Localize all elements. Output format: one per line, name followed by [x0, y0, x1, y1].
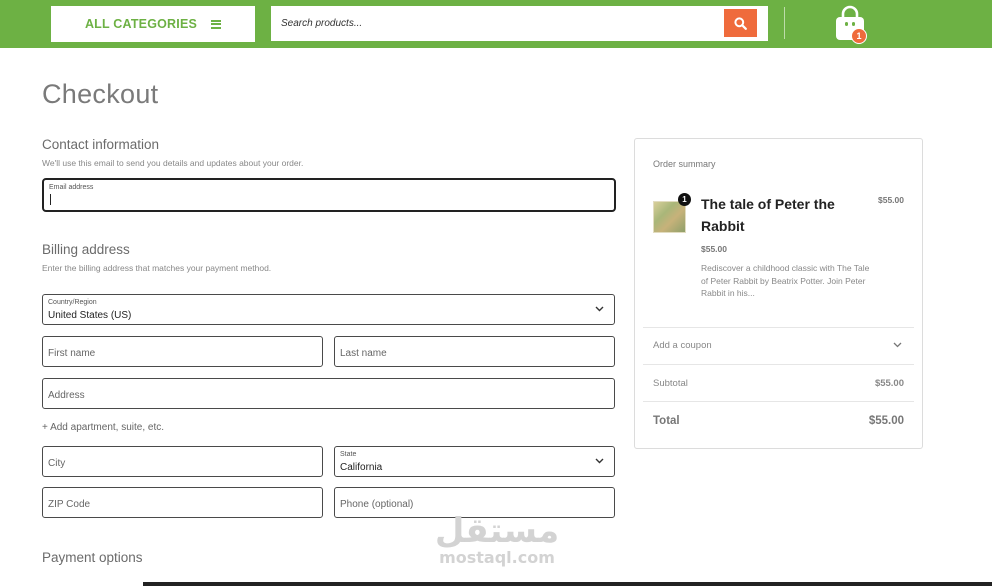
- order-summary-title: Order summary: [653, 159, 716, 169]
- hamburger-icon: [211, 19, 222, 29]
- summary-divider: [643, 327, 914, 328]
- watermark: مستقل mostaql.com: [432, 512, 562, 567]
- summary-divider: [643, 401, 914, 402]
- order-summary-panel: Order summary 1 The tale of Peter the Ra…: [634, 138, 923, 449]
- all-categories-label: ALL CATEGORIES: [84, 17, 198, 31]
- summary-divider: [643, 364, 914, 365]
- total-value: $55.00: [868, 415, 904, 427]
- cart-count-badge: 1: [851, 28, 867, 44]
- address-placeholder: Address: [48, 390, 85, 401]
- product-price: $55.00: [701, 244, 727, 254]
- text-cursor: [50, 194, 51, 205]
- search-button[interactable]: [724, 9, 757, 37]
- product-line-total: $55.00: [878, 195, 904, 205]
- search-icon: [734, 16, 747, 30]
- chevron-down-icon[interactable]: [893, 342, 902, 348]
- header-divider: [784, 7, 785, 39]
- product-description: Rediscover a childhood classic with The …: [701, 263, 870, 298]
- city-field[interactable]: City: [42, 446, 323, 477]
- email-field[interactable]: Email address: [42, 178, 616, 212]
- country-value: United States (US): [48, 310, 132, 321]
- contact-subtext: We'll use this email to send you details…: [42, 158, 304, 168]
- top-header-bar: ALL CATEGORIES 1: [0, 0, 992, 48]
- address-field[interactable]: Address: [42, 378, 615, 409]
- country-label: Country/Region: [48, 299, 97, 306]
- last-name-field[interactable]: Last name: [334, 336, 615, 367]
- state-label: State: [340, 451, 357, 458]
- watermark-arabic: مستقل: [434, 511, 560, 551]
- watermark-latin: mostaql.com: [439, 548, 555, 567]
- chevron-down-icon: [595, 458, 604, 464]
- zip-code-placeholder: ZIP Code: [48, 499, 91, 510]
- total-label: Total: [653, 415, 680, 427]
- all-categories-button[interactable]: ALL CATEGORIES: [51, 6, 255, 42]
- contact-heading: Contact information: [42, 137, 160, 152]
- first-name-placeholder: First name: [48, 348, 96, 359]
- last-name-placeholder: Last name: [340, 348, 387, 359]
- subtotal-value: $55.00: [874, 378, 904, 389]
- first-name-field[interactable]: First name: [42, 336, 323, 367]
- chevron-down-icon: [595, 306, 604, 312]
- zip-code-field[interactable]: ZIP Code: [42, 487, 323, 518]
- state-select[interactable]: State California: [334, 446, 615, 477]
- subtotal-label: Subtotal: [653, 378, 688, 389]
- search-input[interactable]: [271, 6, 721, 41]
- payment-heading: Payment options: [42, 550, 143, 565]
- state-value: California: [340, 462, 383, 473]
- phone-placeholder: Phone (optional): [340, 499, 414, 510]
- city-placeholder: City: [48, 458, 66, 469]
- search-bar: [271, 6, 768, 41]
- billing-subtext: Enter the billing address that matches y…: [42, 263, 272, 273]
- cart-button[interactable]: 1: [833, 5, 867, 44]
- billing-heading: Billing address: [42, 242, 130, 257]
- bottom-edge-bar: [143, 582, 992, 586]
- product-quantity-badge: 1: [678, 193, 691, 206]
- page-title: Checkout: [42, 79, 159, 109]
- email-label: Email address: [49, 184, 94, 191]
- add-coupon-toggle[interactable]: Add a coupon: [653, 340, 712, 351]
- product-thumbnail: [653, 201, 686, 233]
- add-apartment-link[interactable]: + Add apartment, suite, etc.: [42, 422, 164, 433]
- country-select[interactable]: Country/Region United States (US): [42, 294, 615, 325]
- product-name: The tale of Peter the Rabbit: [701, 196, 835, 234]
